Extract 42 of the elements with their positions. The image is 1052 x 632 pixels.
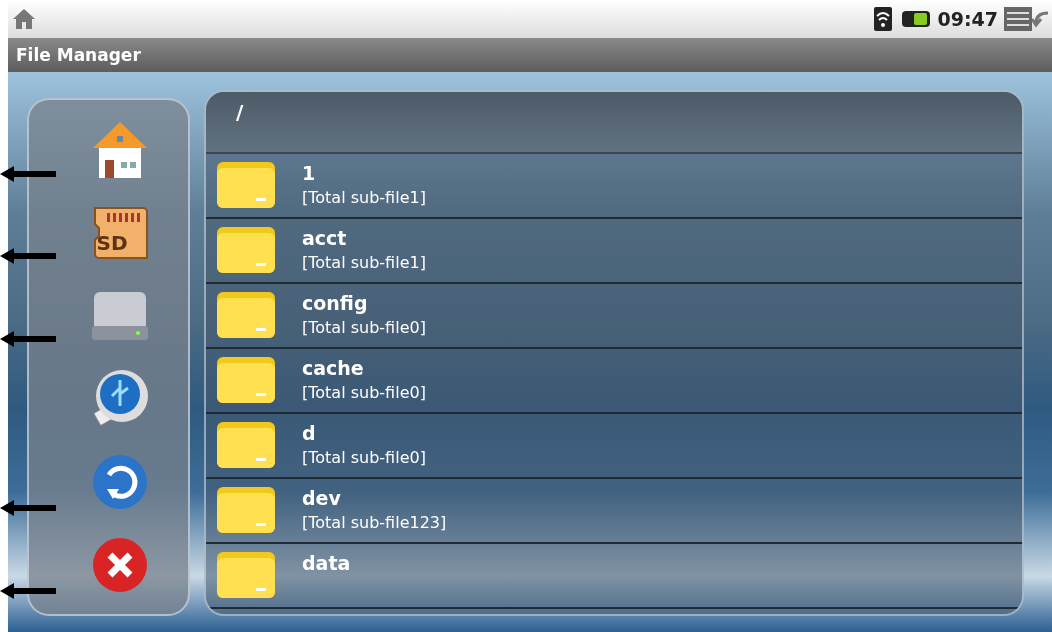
folder-name: config bbox=[302, 292, 369, 314]
close-icon bbox=[90, 535, 149, 594]
folder-name: 1 bbox=[302, 162, 317, 184]
folder-icon bbox=[216, 550, 276, 600]
folder-icon bbox=[216, 225, 276, 275]
pointer-arrow bbox=[0, 500, 56, 516]
home-icon[interactable] bbox=[12, 8, 36, 30]
pointer-arrow bbox=[0, 583, 56, 599]
pointer-arrow bbox=[0, 166, 56, 182]
folder-name: dev bbox=[302, 487, 342, 509]
folder-row[interactable]: data bbox=[206, 544, 1022, 609]
wifi-signal-icon bbox=[873, 7, 892, 31]
folder-icon bbox=[216, 355, 276, 405]
clock-time: 09:47 bbox=[937, 8, 998, 30]
window-title: File Manager bbox=[16, 45, 141, 65]
folder-icon bbox=[216, 160, 276, 210]
list-icon[interactable] bbox=[1004, 7, 1032, 31]
current-path: / bbox=[236, 100, 244, 124]
folder-icon bbox=[216, 485, 276, 535]
folder-info: [Total sub-file0] bbox=[302, 318, 426, 337]
refresh-icon bbox=[90, 452, 149, 511]
folder-row[interactable]: 1 [Total sub-file1] bbox=[206, 154, 1022, 219]
folder-row[interactable]: dev [Total sub-file123] bbox=[206, 479, 1022, 544]
folder-row[interactable]: acct [Total sub-file1] bbox=[206, 219, 1022, 284]
folder-info: [Total sub-file1] bbox=[302, 188, 426, 207]
folder-info: [Total sub-file0] bbox=[302, 383, 426, 402]
folder-info: [Total sub-file0] bbox=[302, 448, 426, 467]
pointer-arrow bbox=[0, 331, 56, 347]
folder-name: acct bbox=[302, 227, 348, 249]
folder-name: data bbox=[302, 552, 351, 574]
folder-info: [Total sub-file123] bbox=[302, 513, 447, 532]
folder-name: cache bbox=[302, 357, 365, 379]
folder-name: d bbox=[302, 422, 317, 444]
folder-row[interactable]: config [Total sub-file0] bbox=[206, 284, 1022, 349]
folder-icon bbox=[216, 420, 276, 470]
battery-icon bbox=[901, 9, 932, 29]
pointer-arrow bbox=[0, 248, 56, 264]
folder-info: [Total sub-file1] bbox=[302, 253, 426, 272]
folder-row[interactable]: cache [Total sub-file0] bbox=[206, 349, 1022, 414]
sd-button[interactable]: SD bbox=[88, 201, 151, 264]
folder-row[interactable]: d [Total sub-file0] bbox=[206, 414, 1022, 479]
folder-icon bbox=[216, 290, 276, 340]
